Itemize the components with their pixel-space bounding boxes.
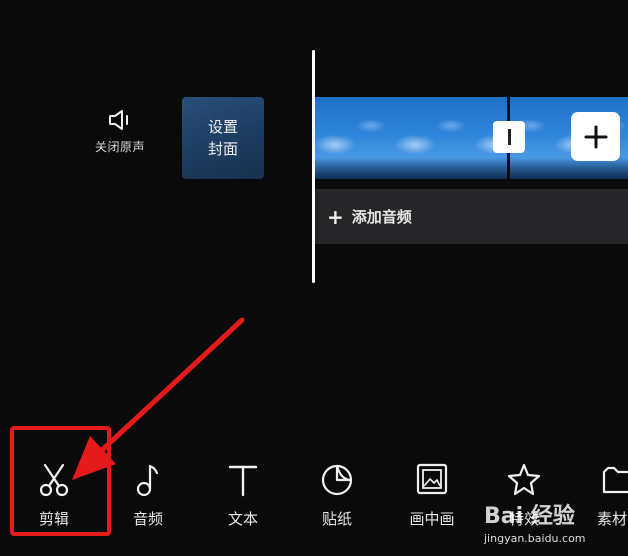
handle-bar-icon (507, 129, 511, 145)
add-audio-label: 添加音频 (351, 208, 412, 226)
music-note-icon (136, 464, 159, 497)
tool-material[interactable]: 素材 (580, 462, 628, 529)
tool-picture-in-picture[interactable]: 画中画 (400, 462, 464, 529)
clip-transition-handle[interactable] (493, 121, 525, 153)
playhead[interactable] (312, 50, 315, 283)
tool-effects[interactable]: 特效 (492, 462, 556, 529)
tool-label: 贴纸 (321, 510, 352, 528)
tool-label: 特效 (508, 510, 539, 528)
annotation-highlight-box (10, 426, 111, 536)
text-icon (228, 465, 258, 497)
mute-original-sound-label: 关闭原声 (94, 140, 145, 154)
tool-label: 文本 (227, 510, 258, 528)
video-frame-thumbnail (315, 97, 395, 179)
plus-icon (584, 125, 607, 148)
tool-audio[interactable]: 音频 (116, 462, 180, 529)
add-clip-button[interactable] (571, 112, 620, 161)
tool-sticker[interactable]: 贴纸 (305, 462, 369, 529)
tool-text[interactable]: 文本 (211, 462, 275, 529)
set-cover-label: 设置 封面 (207, 118, 238, 158)
tool-label: 素材 (596, 510, 627, 528)
tool-label: 音频 (132, 510, 163, 528)
mute-original-sound-button[interactable]: 关闭原声 (80, 108, 160, 164)
video-frame-thumbnail (395, 97, 475, 179)
star-effects-icon (507, 463, 541, 496)
watermark-url: jingyan.baidu.com (484, 532, 586, 545)
picture-in-picture-icon (416, 463, 448, 495)
speaker-icon (109, 110, 128, 130)
sticker-icon (321, 464, 353, 496)
tool-label: 画中画 (409, 510, 455, 528)
plus-icon: + (327, 204, 344, 229)
add-audio-track-button[interactable]: + 添加音频 (315, 189, 628, 244)
material-icon (602, 466, 628, 494)
set-cover-button[interactable]: 设置 封面 (182, 97, 264, 179)
